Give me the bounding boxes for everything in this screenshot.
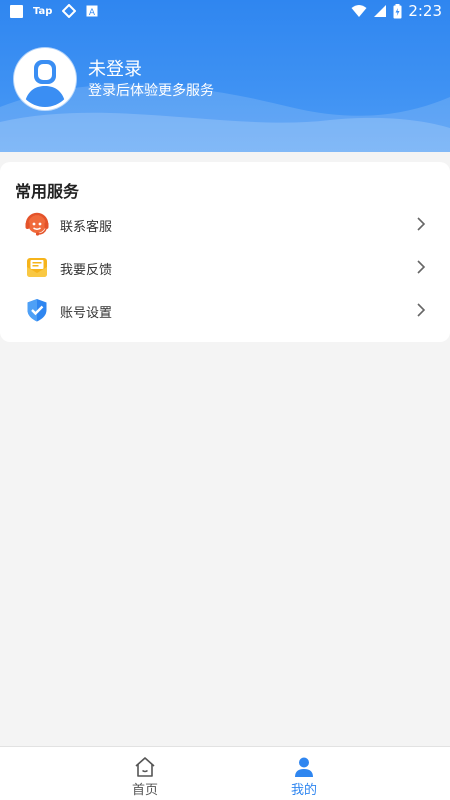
svg-text:A: A bbox=[89, 8, 96, 17]
tab-mine[interactable]: 我的 bbox=[264, 747, 344, 800]
service-item-contact-support[interactable]: 联系客服 bbox=[0, 205, 450, 245]
status-bar: Tap A 2:23 bbox=[0, 0, 450, 24]
chevron-right-icon bbox=[417, 217, 426, 231]
chevron-right-icon bbox=[417, 260, 426, 274]
clock: 2:23 bbox=[408, 2, 442, 20]
service-item-label: 联系客服 bbox=[60, 220, 113, 235]
login-prompt-subtitle[interactable]: 登录后体验更多服务 bbox=[88, 80, 214, 100]
tab-home[interactable]: 首页 bbox=[105, 747, 185, 800]
wifi-icon bbox=[351, 5, 367, 17]
tab-label: 我的 bbox=[290, 783, 317, 798]
feedback-mail-icon bbox=[27, 258, 47, 277]
shield-check-icon bbox=[27, 299, 47, 322]
tab-label: 首页 bbox=[131, 783, 158, 798]
notification-square-icon bbox=[10, 4, 23, 18]
sync-icon bbox=[62, 4, 77, 18]
battery-icon bbox=[393, 3, 402, 18]
bottom-tab-bar: 首页 我的 bbox=[0, 746, 450, 800]
tap-app-icon: Tap bbox=[33, 5, 53, 17]
chevron-right-icon bbox=[417, 303, 426, 317]
default-avatar-icon bbox=[24, 60, 66, 107]
signal-icon bbox=[374, 5, 387, 17]
login-status-title[interactable]: 未登录 bbox=[88, 55, 142, 81]
font-a-icon: A bbox=[86, 5, 98, 17]
section-title: 常用服务 bbox=[15, 182, 80, 201]
headset-icon bbox=[25, 212, 49, 236]
profile-header: Tap A 2:23 未登录 登录后体验更多服务 bbox=[0, 0, 450, 152]
common-services-card: 常用服务 联系客服 我要反馈 账号设置 bbox=[0, 162, 450, 342]
service-item-label: 我要反馈 bbox=[60, 263, 113, 278]
service-item-label: 账号设置 bbox=[60, 306, 113, 321]
service-item-feedback[interactable]: 我要反馈 bbox=[0, 248, 450, 288]
avatar[interactable] bbox=[14, 48, 76, 110]
user-icon bbox=[295, 757, 313, 777]
service-item-account-settings[interactable]: 账号设置 bbox=[0, 291, 450, 331]
home-icon bbox=[135, 757, 155, 777]
